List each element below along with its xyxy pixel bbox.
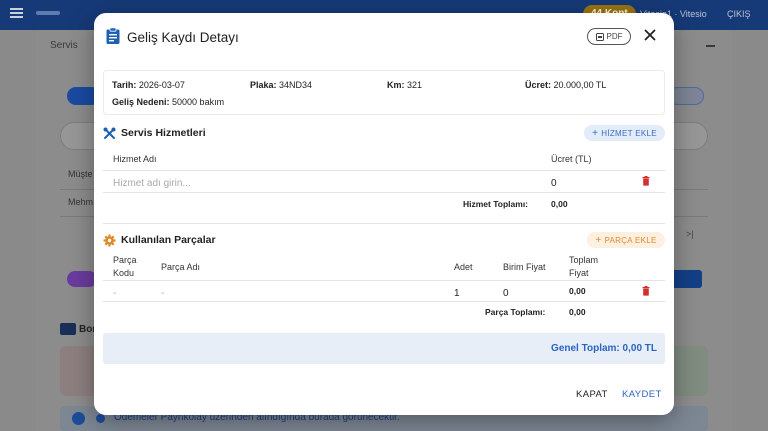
reason-field: Geliş Nedeni: 50000 bakım — [112, 97, 224, 107]
service-total-value: 0,00 — [551, 199, 568, 209]
info-icon — [96, 414, 105, 423]
fee-field: Ücret: 20.000,00 TL — [525, 80, 606, 90]
part-row-total: 0,00 — [569, 286, 586, 296]
save-button[interactable]: KAYDET — [622, 389, 662, 400]
clipboard-icon — [106, 27, 120, 44]
km-label: Km: — [387, 80, 405, 90]
pdf-button-label: PDF — [606, 32, 623, 41]
minimize-icon[interactable] — [706, 45, 715, 47]
date-label: Tarih: — [112, 80, 137, 90]
divider — [103, 223, 665, 224]
last-page-icon[interactable]: >| — [686, 229, 694, 239]
divider — [103, 170, 665, 171]
gear-icon — [103, 234, 116, 247]
part-qty-input[interactable]: 1 — [454, 288, 460, 299]
date-value: 2026-03-07 — [138, 80, 185, 90]
plus-icon: + — [592, 127, 599, 139]
reason-label: Geliş Nedeni: — [112, 97, 170, 107]
divider — [103, 192, 665, 193]
reason-value: 50000 bakım — [172, 97, 225, 107]
km-field: Km: 321 — [387, 80, 422, 90]
background-status-pill — [67, 271, 97, 287]
add-part-label: PARÇA EKLE — [604, 235, 657, 245]
tools-icon — [103, 127, 116, 139]
col-part-code-line1: Parça — [113, 255, 137, 265]
col-service-name: Hizmet Adı — [113, 154, 157, 164]
grand-total: Genel Toplam: 0,00 TL — [551, 343, 657, 354]
visit-info-card: Tarih: 2026-03-07 Plaka: 34ND34 Km: 321 … — [103, 70, 665, 115]
date-field: Tarih: 2026-03-07 — [112, 80, 185, 90]
plate-label: Plaka: — [250, 80, 277, 90]
add-service-button[interactable]: + HİZMET EKLE — [584, 125, 665, 141]
col-service-fee: Ücret (TL) — [551, 154, 592, 164]
background-panel-title: Servis — [50, 40, 78, 51]
service-total-label: Hizmet Toplamı: — [463, 199, 529, 209]
service-fee-input[interactable]: 0 — [551, 178, 557, 189]
col-part-code: Parça Kodu — [113, 255, 137, 278]
col-part-name: Parça Adı — [161, 262, 201, 272]
col-part-code-line2: Kodu — [113, 268, 135, 278]
col-part-total-line2: Fiyat — [569, 268, 589, 278]
background-row-label: Mehm — [68, 197, 94, 207]
part-total-label: Parça Toplamı: — [485, 307, 546, 317]
background-row-label: Müşte — [68, 169, 93, 179]
fee-label: Ücret: — [525, 80, 552, 90]
divider — [103, 280, 665, 281]
part-total-value: 0,00 — [569, 307, 586, 317]
delete-service-icon[interactable] — [642, 176, 650, 186]
part-unit-price-input[interactable]: 0 — [503, 288, 509, 299]
close-button[interactable]: KAPAT — [576, 389, 608, 400]
part-code-input[interactable]: - — [113, 288, 116, 299]
grand-total-bar: Genel Toplam: 0,00 TL — [103, 333, 665, 364]
info-icon — [72, 412, 85, 425]
plate-field: Plaka: 34ND34 — [250, 80, 312, 90]
parts-title: Kullanılan Parçalar — [121, 234, 216, 246]
pdf-icon — [595, 32, 604, 41]
divider — [103, 301, 665, 302]
background-total-badge — [672, 270, 702, 288]
payment-icon — [60, 323, 76, 335]
add-part-button[interactable]: + PARÇA EKLE — [587, 232, 665, 248]
services-title: Servis Hizmetleri — [121, 127, 206, 139]
menu-icon[interactable] — [10, 8, 23, 18]
background-card — [668, 346, 708, 396]
col-part-qty: Adet — [454, 262, 473, 272]
service-name-input[interactable]: Hizmet adı girin... — [113, 178, 191, 189]
plate-value: 34ND34 — [279, 80, 313, 90]
logout-link[interactable]: ÇIKIŞ — [727, 9, 751, 19]
dialog-title: Geliş Kaydı Detayı — [127, 30, 239, 45]
close-icon[interactable] — [642, 27, 658, 43]
col-part-unit-price: Birim Fiyat — [503, 262, 546, 272]
delete-part-icon[interactable] — [642, 286, 650, 296]
pdf-button[interactable]: PDF — [587, 28, 631, 45]
plus-icon: + — [595, 234, 602, 246]
km-value: 321 — [407, 80, 423, 90]
col-part-total: Toplam Fiyat — [569, 255, 598, 278]
visit-detail-dialog: Geliş Kaydı Detayı PDF Tarih: 2026-03-07… — [94, 13, 674, 415]
app-logo — [36, 11, 60, 15]
col-part-total-line1: Toplam — [569, 255, 599, 265]
add-service-label: HİZMET EKLE — [601, 128, 657, 138]
part-name-input[interactable]: - — [161, 288, 164, 299]
fee-value: 20.000,00 TL — [553, 80, 607, 90]
